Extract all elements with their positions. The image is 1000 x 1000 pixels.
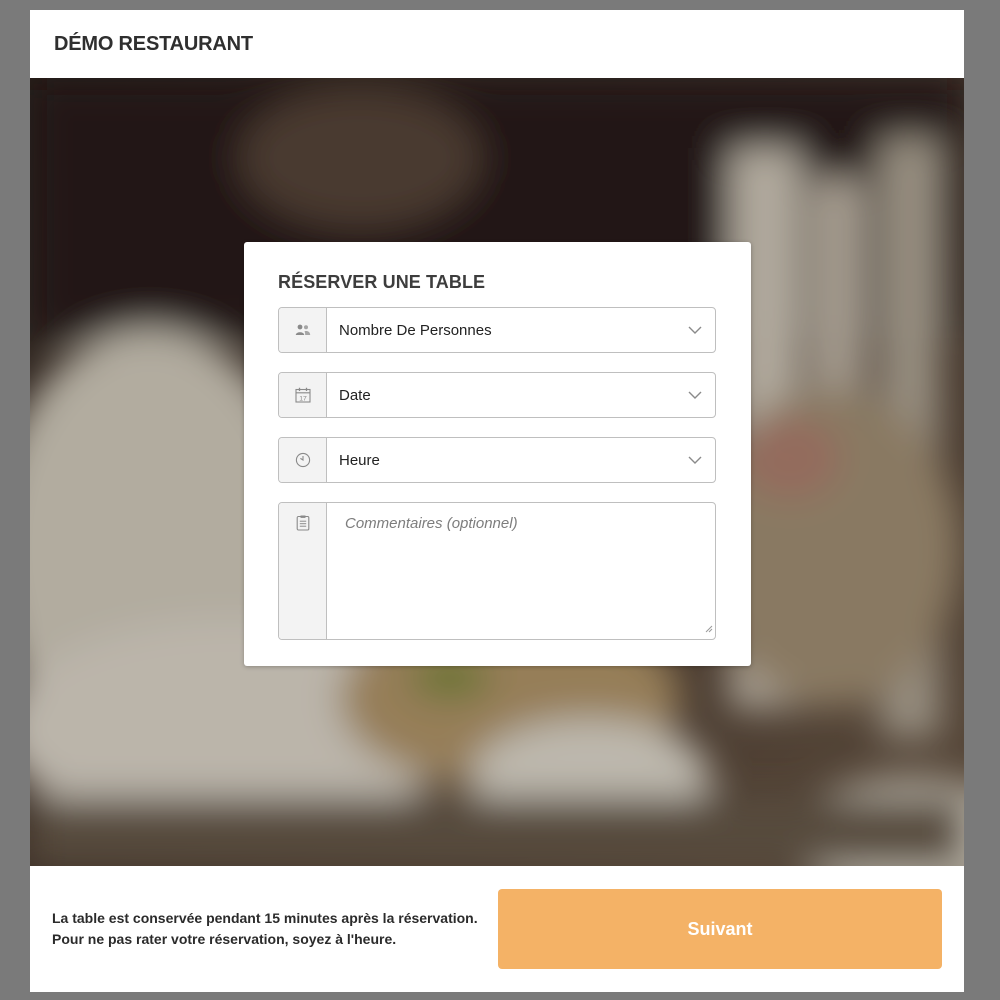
form-title: RÉSERVER UNE TABLE bbox=[278, 272, 486, 292]
time-select-value: Heure bbox=[339, 451, 380, 469]
time-select[interactable]: Heure bbox=[278, 437, 716, 483]
guests-select[interactable]: Nombre De Personnes bbox=[278, 307, 716, 353]
svg-text:17: 17 bbox=[299, 395, 307, 402]
notepad-icon bbox=[279, 503, 327, 639]
date-select-value: Date bbox=[339, 386, 371, 404]
hero-background: RÉSERVER UNE TABLE Nombre De Personnes 1… bbox=[30, 78, 964, 866]
date-select[interactable]: 17 Date bbox=[278, 372, 716, 418]
clock-icon bbox=[279, 438, 327, 482]
header: DÉMO RESTAURANT bbox=[30, 10, 964, 78]
footer: La table est conservée pendant 15 minute… bbox=[30, 866, 964, 992]
next-button[interactable]: Suivant bbox=[498, 889, 942, 969]
people-icon bbox=[279, 308, 327, 352]
chevron-down-icon bbox=[675, 438, 715, 482]
restaurant-title: DÉMO RESTAURANT bbox=[54, 32, 253, 55]
chevron-down-icon bbox=[675, 373, 715, 417]
chevron-down-icon bbox=[675, 308, 715, 352]
booking-widget: DÉMO RESTAURANT RÉSERVER UNE TABLE Nombr… bbox=[30, 10, 964, 992]
guests-select-value: Nombre De Personnes bbox=[339, 321, 492, 339]
calendar-icon: 17 bbox=[279, 373, 327, 417]
reservation-card: RÉSERVER UNE TABLE Nombre De Personnes 1… bbox=[244, 242, 751, 666]
notice-line-2: Pour ne pas rater votre réservation, soy… bbox=[52, 931, 397, 947]
comments-textarea[interactable]: Commentaires (optionnel) bbox=[278, 502, 716, 640]
resize-handle-icon[interactable] bbox=[704, 620, 713, 637]
reservation-notice: La table est conservée pendant 15 minute… bbox=[52, 908, 482, 950]
notice-line-1: La table est conservée pendant 15 minute… bbox=[52, 910, 478, 926]
comments-placeholder: Commentaires (optionnel) bbox=[327, 503, 715, 639]
